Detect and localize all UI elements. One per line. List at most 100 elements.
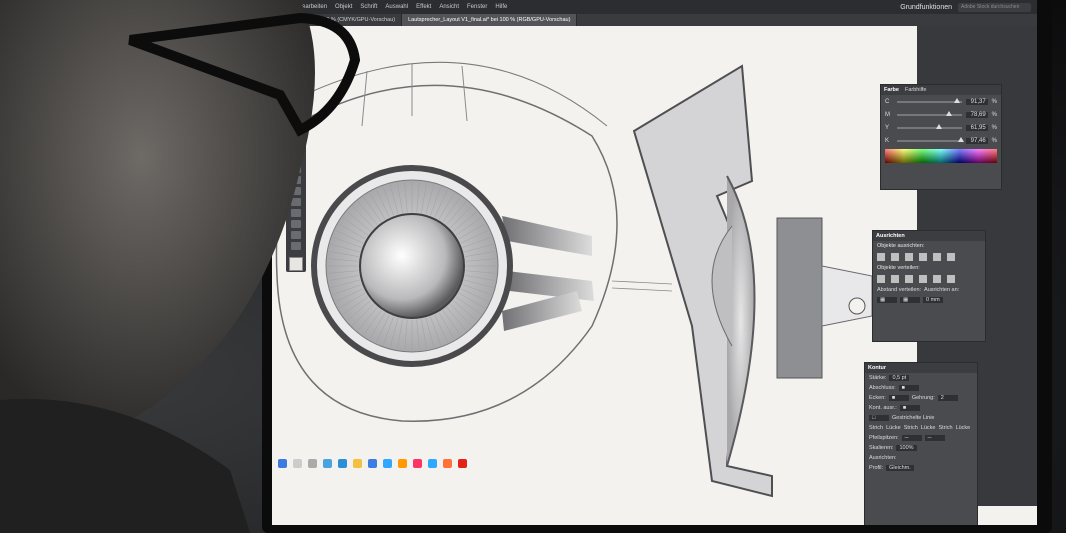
distribute-right-icon[interactable] bbox=[947, 275, 955, 283]
align-top-icon[interactable] bbox=[919, 253, 927, 261]
fill-stroke-swatch[interactable] bbox=[289, 257, 303, 271]
stroke-weight-input[interactable]: 0,5 pt bbox=[889, 375, 910, 381]
acrobat-icon[interactable] bbox=[458, 458, 467, 468]
channel-label: M bbox=[885, 111, 890, 118]
distribute-vcenter-icon[interactable] bbox=[891, 275, 899, 283]
distribute-spacing-h-icon[interactable]: ▦ bbox=[900, 297, 920, 303]
menu-item-auswahl[interactable]: Auswahl bbox=[381, 4, 412, 10]
color-spectrum[interactable] bbox=[885, 149, 997, 163]
explorer-icon[interactable] bbox=[353, 458, 362, 468]
scale-input[interactable]: 100% bbox=[896, 445, 917, 451]
illustrator-window: Datei Bearbeiten Objekt Schrift Auswahl … bbox=[272, 0, 1037, 525]
menu-item-effekt[interactable]: Effekt bbox=[412, 4, 435, 10]
search-icon[interactable] bbox=[293, 458, 302, 468]
menu-item-schrift[interactable]: Schrift bbox=[356, 4, 381, 10]
zoom-tool-icon[interactable] bbox=[291, 242, 301, 250]
dashed-line-row: □ Gestrichelte Linie bbox=[865, 413, 977, 423]
field-label: Skalieren: bbox=[869, 445, 894, 451]
field-label: Ecken: bbox=[869, 395, 886, 401]
distribute-bottom-icon[interactable] bbox=[905, 275, 913, 283]
brush-tool-icon[interactable] bbox=[291, 198, 301, 206]
channel-row-y: Y 61,95 % bbox=[881, 121, 1001, 134]
panel-title: Kontur bbox=[868, 365, 887, 371]
corner-miter-icon[interactable]: ■ bbox=[888, 395, 909, 401]
align-hcenter-icon[interactable] bbox=[891, 253, 899, 261]
distribute-spacing-v-icon[interactable]: ▦ bbox=[877, 297, 897, 303]
panel-title: Ausrichten bbox=[876, 233, 905, 239]
channel-slider[interactable] bbox=[897, 110, 962, 116]
unit-label: % bbox=[991, 124, 997, 131]
distribute-hcenter-icon[interactable] bbox=[933, 275, 941, 283]
menu-item-hilfe[interactable]: Hilfe bbox=[491, 4, 511, 10]
task-view-icon[interactable] bbox=[308, 458, 317, 468]
channel-label: C bbox=[885, 98, 890, 105]
align-right-icon[interactable] bbox=[905, 253, 913, 261]
menu-item-bearbeiten[interactable]: Bearbeiten bbox=[294, 4, 331, 10]
channel-value[interactable]: 61,95 bbox=[965, 124, 988, 131]
channel-value[interactable]: 91,37 bbox=[965, 98, 988, 105]
align-panel: Ausrichten Objekte ausrichten: Objekte v… bbox=[872, 230, 986, 342]
arrowhead-end-select[interactable]: ─ bbox=[924, 435, 945, 441]
dash-label: Strich bbox=[869, 425, 884, 431]
distribute-left-icon[interactable] bbox=[919, 275, 927, 283]
spacing-input[interactable]: 0 mm bbox=[923, 297, 943, 303]
lightroom-icon[interactable] bbox=[428, 458, 437, 468]
stock-search-input[interactable]: Adobe Stock durchsuchen bbox=[958, 2, 1031, 12]
tab-document-2[interactable]: Lautsprecher_Layout V1_final.ai* bei 100… bbox=[402, 14, 578, 26]
type-tool-icon[interactable] bbox=[291, 165, 301, 173]
color-panel: Farbe Farbhilfe C 91,37 % M 78,69 % Y 61… bbox=[880, 84, 1002, 190]
document-tabs: Unbenannt-1 bei 100 % (CMYK/GPU-Vorschau… bbox=[272, 14, 1037, 26]
channel-label: Y bbox=[885, 124, 890, 131]
tab-farbe[interactable]: Farbe bbox=[884, 87, 899, 93]
rotate-tool-icon[interactable] bbox=[291, 209, 301, 217]
channel-value[interactable]: 97,46 bbox=[965, 137, 988, 144]
channel-slider[interactable] bbox=[897, 123, 962, 129]
align-bottom-icon[interactable] bbox=[947, 253, 955, 261]
menu-item-ansicht[interactable]: Ansicht bbox=[435, 4, 463, 10]
workspace-switcher[interactable]: Grundfunktionen bbox=[900, 4, 952, 11]
line-tool-icon[interactable] bbox=[291, 176, 301, 184]
rectangle-tool-icon[interactable] bbox=[291, 187, 301, 195]
menu-item-datei[interactable]: Datei bbox=[272, 4, 294, 10]
gap-label: Lücke bbox=[955, 425, 971, 431]
widgets-icon[interactable] bbox=[323, 458, 332, 468]
field-label: Stärke: bbox=[869, 375, 887, 381]
miter-limit-input[interactable]: 2 bbox=[937, 395, 958, 401]
tab-document-1[interactable]: Unbenannt-1 bei 100 % (CMYK/GPU-Vorschau… bbox=[272, 14, 403, 26]
section-label: Abstand verteilen: bbox=[877, 287, 922, 293]
field-label: Pfeilspitzen: bbox=[869, 435, 899, 441]
channel-slider[interactable] bbox=[897, 97, 962, 103]
channel-slider[interactable] bbox=[897, 136, 964, 142]
channel-value[interactable]: 78,69 bbox=[965, 111, 988, 118]
scale-tool-icon[interactable] bbox=[291, 220, 301, 228]
firefox-icon[interactable] bbox=[443, 458, 452, 468]
tab-farbhilfe[interactable]: Farbhilfe bbox=[905, 87, 926, 93]
align-stroke-center-icon[interactable]: ■ bbox=[899, 405, 920, 411]
illustrator-icon[interactable] bbox=[398, 458, 407, 468]
menu-item-objekt[interactable]: Objekt bbox=[331, 4, 356, 10]
channel-row-m: M 78,69 % bbox=[881, 108, 1001, 121]
menu-item-fenster[interactable]: Fenster bbox=[463, 4, 491, 10]
store-icon[interactable] bbox=[368, 458, 377, 468]
spacing-row: ▦ ▦ 0 mm bbox=[873, 295, 985, 305]
align-left-icon[interactable] bbox=[877, 253, 885, 261]
pen-tool-icon[interactable] bbox=[291, 154, 301, 162]
distribute-top-icon[interactable] bbox=[877, 275, 885, 283]
artboard-canvas[interactable] bbox=[272, 26, 917, 506]
windows-start-icon[interactable] bbox=[278, 458, 287, 468]
dash-labels-row: Strich Lücke Strich Lücke Strich Lücke bbox=[865, 423, 977, 433]
indesign-icon[interactable] bbox=[413, 458, 422, 468]
align-vcenter-icon[interactable] bbox=[933, 253, 941, 261]
edge-icon[interactable] bbox=[338, 458, 347, 468]
photoshop-icon[interactable] bbox=[383, 458, 392, 468]
channel-row-c: C 91,37 % bbox=[881, 95, 1001, 108]
dashed-line-checkbox[interactable]: □ bbox=[869, 415, 889, 421]
cap-butt-icon[interactable]: ■ bbox=[898, 385, 919, 391]
arrowhead-start-select[interactable]: ─ bbox=[901, 435, 922, 441]
selection-tool-icon[interactable] bbox=[291, 132, 301, 140]
dash-label: Strich bbox=[938, 425, 953, 431]
corner-row: Ecken: ■ Gehrung: 2 bbox=[865, 393, 977, 403]
direct-selection-tool-icon[interactable] bbox=[291, 143, 301, 151]
hand-tool-icon[interactable] bbox=[291, 231, 301, 239]
dash-label: Strich bbox=[903, 425, 918, 431]
